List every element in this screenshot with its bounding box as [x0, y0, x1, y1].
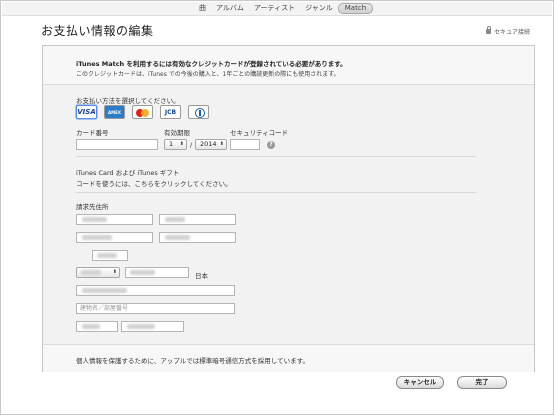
card-jcb-option[interactable]: JCB: [160, 105, 181, 119]
tab-genres[interactable]: ジャンル: [300, 3, 338, 14]
street-address-input[interactable]: [76, 285, 235, 296]
postal-code-input[interactable]: [92, 250, 128, 261]
card-number-label: カード番号: [76, 129, 109, 137]
tab-albums[interactable]: アルバム: [211, 3, 249, 14]
card-amex-option[interactable]: AMEX: [104, 105, 125, 119]
page-title: お支払い情報の編集: [41, 24, 154, 38]
expiry-month-value: 1: [169, 140, 174, 148]
tab-group: 曲 アルバム アーティスト ジャンル Match: [194, 3, 374, 14]
cancel-button[interactable]: キャンセル: [396, 376, 444, 389]
building-placeholder: 建物名／部屋番号: [80, 305, 129, 312]
secure-label: セキュア接続: [494, 29, 530, 36]
expiry-year-value: 2014: [200, 140, 217, 148]
tab-artists[interactable]: アーティスト: [249, 3, 300, 14]
expiry-year-select[interactable]: 2014 ⬍: [195, 139, 227, 150]
security-code-label: セキュリティコード: [230, 129, 289, 137]
notice-subtext: このクレジットカードは、iTunes での今後の購入と、1年ごとの購読更新の際に…: [76, 71, 340, 78]
prefecture-select[interactable]: ⬍: [76, 267, 120, 278]
card-visa-option[interactable]: VISA: [76, 105, 97, 119]
security-code-input[interactable]: [230, 139, 260, 150]
country-label: 日本: [195, 272, 208, 280]
divider: [76, 156, 476, 157]
amex-logo: AMEX: [108, 110, 121, 115]
billing-address-title: 請求先住所: [76, 203, 109, 211]
top-tab-bar: 曲 アルバム アーティスト ジャンル Match: [2, 2, 552, 16]
gift-card-title: iTunes Card および iTunes ギフト: [76, 169, 180, 177]
gift-card-link[interactable]: コードを使うには、こちらをクリックしてください。: [76, 178, 232, 188]
expiry-month-select[interactable]: 1 ⬍: [164, 139, 187, 150]
notice-heading: iTunes Match を利用するには有効なクレジットカードが登録されている必…: [76, 60, 347, 68]
tab-match[interactable]: Match: [337, 3, 374, 14]
help-icon[interactable]: ?: [267, 141, 275, 149]
chevron-updown-icon: ⬍: [179, 141, 184, 147]
card-mastercard-option[interactable]: [132, 105, 153, 119]
divider: [76, 192, 476, 193]
card-diners-option[interactable]: [188, 105, 209, 119]
chevron-updown-icon: ⬍: [112, 269, 117, 275]
phone-area-code-input[interactable]: [76, 321, 118, 332]
first-name-input[interactable]: [159, 214, 236, 225]
last-name-input[interactable]: [76, 214, 153, 225]
last-name-kana-input[interactable]: [76, 232, 153, 243]
notice-band: iTunes Match を利用するには有効なクレジットカードが登録されている必…: [43, 46, 534, 85]
secure-connection-indicator: セキュア接続: [486, 26, 530, 36]
window: 曲 アルバム アーティスト ジャンル Match お支払い情報の編集 セキュア接…: [0, 0, 554, 415]
payment-form-panel: iTunes Match を利用するには有効なクレジットカードが登録されている必…: [42, 45, 535, 372]
diners-club-icon: [195, 108, 205, 118]
visa-logo: VISA: [77, 108, 96, 116]
jcb-logo: JCB: [164, 109, 177, 116]
card-number-input[interactable]: [76, 139, 158, 150]
tab-songs[interactable]: 曲: [194, 3, 211, 14]
privacy-footer: 個人情報を保護するために、アップルでは標準暗号通信方式を採用しています。: [43, 344, 534, 372]
done-button[interactable]: 完了: [457, 376, 507, 389]
phone-number-input[interactable]: [121, 321, 184, 332]
payment-method-label: お支払い方法を選択してください。: [76, 97, 180, 105]
chevron-updown-icon: ⬍: [219, 141, 224, 147]
city-input[interactable]: [125, 267, 189, 278]
first-name-kana-input[interactable]: [159, 232, 236, 243]
building-input[interactable]: 建物名／部屋番号: [76, 303, 235, 314]
lock-icon: [486, 26, 492, 34]
expiry-separator: /: [190, 141, 193, 149]
privacy-text: 個人情報を保護するために、アップルでは標準暗号通信方式を採用しています。: [76, 357, 309, 365]
expiry-label: 有効期限: [164, 129, 190, 137]
